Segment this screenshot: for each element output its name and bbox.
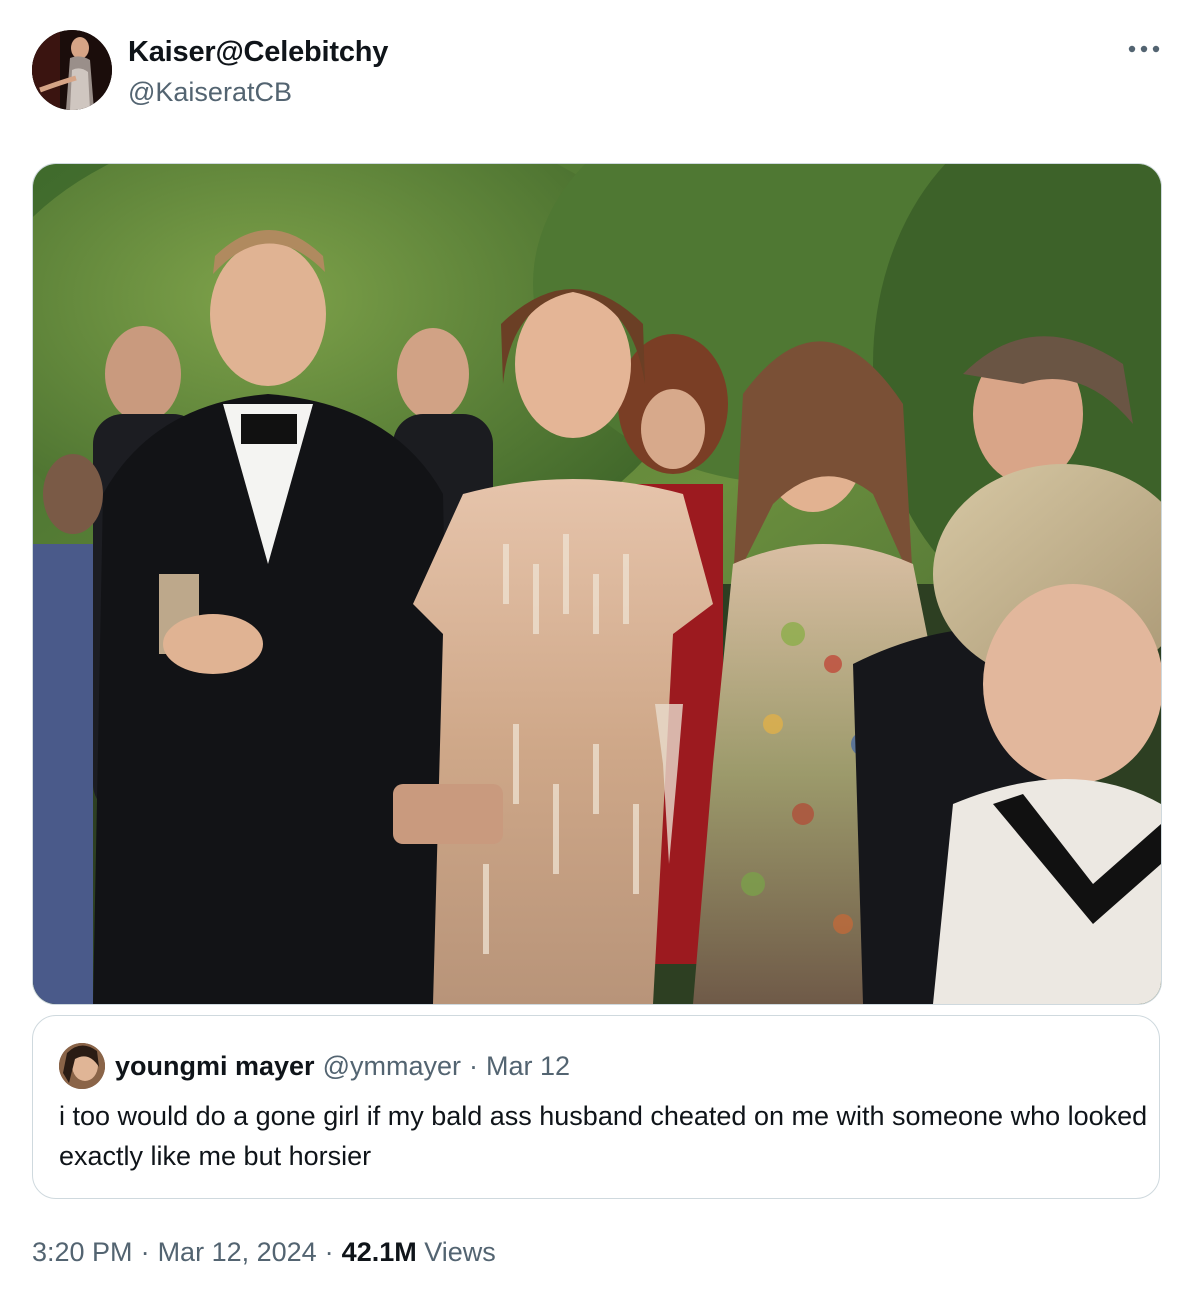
quoted-author-avatar-image <box>59 1043 105 1089</box>
tweet-header: Kaiser@Celebitchy @KaiseratCB <box>32 30 1162 112</box>
quoted-author-avatar <box>59 1043 105 1089</box>
tweet: Kaiser@Celebitchy @KaiseratCB youngmi ma… <box>0 0 1194 1292</box>
author-info: Kaiser@Celebitchy @KaiseratCB <box>128 34 388 110</box>
author-avatar[interactable] <box>32 30 112 110</box>
tweet-meta: 3:20 PM · Mar 12, 2024 · 42.1M Views <box>32 1234 496 1270</box>
views-count[interactable]: 42.1M <box>342 1237 417 1267</box>
photo-image <box>33 164 1161 1004</box>
author-avatar-image <box>32 30 112 110</box>
author-display-name[interactable]: Kaiser@Celebitchy <box>128 34 388 70</box>
meta-separator: · <box>324 1237 334 1267</box>
tweet-photo[interactable] <box>32 163 1162 1005</box>
quoted-date: Mar 12 <box>485 1050 571 1081</box>
author-handle[interactable]: @KaiseratCB <box>128 74 388 110</box>
quoted-tweet[interactable]: youngmi mayer @ymmayer · Mar 12 i too wo… <box>32 1015 1160 1199</box>
quoted-author-name: youngmi mayer <box>115 1050 315 1081</box>
tweet-date[interactable]: Mar 12, 2024 <box>158 1237 317 1267</box>
more-horizontal-icon <box>1128 45 1160 53</box>
more-button[interactable] <box>1126 34 1162 64</box>
views-label: Views <box>424 1237 496 1267</box>
quoted-tweet-text: i too would do a gone girl if my bald as… <box>59 1101 1148 1171</box>
quoted-tweet-header: youngmi mayer @ymmayer · Mar 12 <box>59 1043 571 1089</box>
quoted-separator: · <box>468 1050 478 1081</box>
meta-separator: · <box>140 1237 150 1267</box>
tweet-time[interactable]: 3:20 PM <box>32 1237 133 1267</box>
quoted-author-handle: @ymmayer <box>322 1050 461 1081</box>
